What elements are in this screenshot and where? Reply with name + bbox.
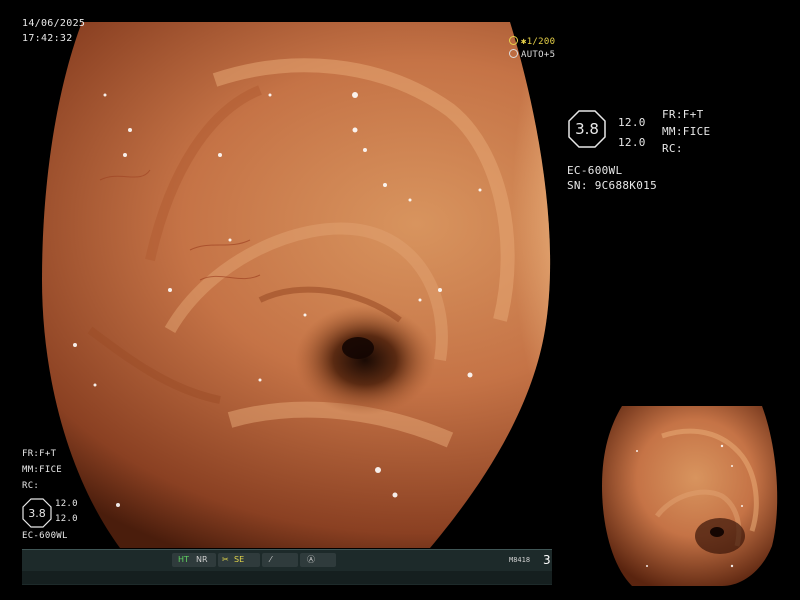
left-setting-mm: MM:FICE: [22, 465, 63, 475]
shutter-speed-text: 1/200: [526, 37, 556, 47]
auto-exposure-text: AUTO+5: [521, 50, 556, 60]
left-value-stack: 12.0 12.0: [55, 497, 78, 527]
a-circle-icon: Ⓐ: [307, 555, 315, 564]
right-value-2: 12.0: [618, 136, 646, 149]
shutter-icon: [509, 36, 518, 45]
right-value-stack: 12.0 12.0: [618, 113, 646, 153]
left-setting-rc: RC:: [22, 481, 40, 491]
status-number: 3: [543, 553, 551, 567]
endoscope-pip-view: [602, 406, 778, 586]
date-text: 14/06/2025: [22, 18, 86, 29]
left-value-1: 12.0: [55, 499, 78, 509]
nr-indicator: NR: [196, 555, 208, 564]
scissors-icon: ✂: [222, 555, 229, 564]
datetime-readout: 14/06/2025 17:42:32: [22, 16, 85, 46]
right-value-1: 12.0: [618, 116, 646, 129]
ht-indicator: HT: [178, 555, 189, 564]
a-segment: [300, 553, 336, 567]
left-settings-list: FR:F+T MM:FICE RC:: [22, 446, 62, 494]
scope-model-right: EC-600WL: [567, 164, 623, 177]
time-text: 17:42:32: [22, 33, 73, 44]
se-indicator: SE: [234, 555, 245, 564]
slash-segment: [262, 553, 298, 567]
zoom-value-left: 3.8: [28, 506, 46, 520]
zoom-badge-left: 3.8: [22, 498, 52, 528]
status-code: M8418: [509, 556, 531, 564]
right-scope-info: EC-600WL SN: 9C688K015: [567, 163, 657, 193]
right-setting-rc: RC:: [662, 142, 683, 155]
auto-icon: [509, 49, 518, 58]
status-bar: HT NR ✂ SE ⁄ Ⓐ M8418 3: [22, 549, 552, 585]
shutter-readout: ✱1/200 AUTO+5: [509, 36, 555, 62]
right-setting-fr: FR:F+T: [662, 108, 704, 121]
scope-serial: SN: 9C688K015: [567, 179, 657, 192]
right-settings-list: FR:F+T MM:FICE RC:: [662, 106, 710, 157]
zoom-value-right: 3.8: [575, 120, 599, 138]
right-setting-mm: MM:FICE: [662, 125, 711, 138]
left-value-2: 12.0: [55, 514, 78, 524]
zoom-badge-right: 3.8: [568, 110, 606, 148]
status-bar-lower: [22, 571, 552, 584]
scope-model-left: EC-600WL: [22, 531, 68, 541]
left-setting-fr: FR:F+T: [22, 449, 57, 459]
slash-icon: ⁄: [270, 555, 272, 564]
